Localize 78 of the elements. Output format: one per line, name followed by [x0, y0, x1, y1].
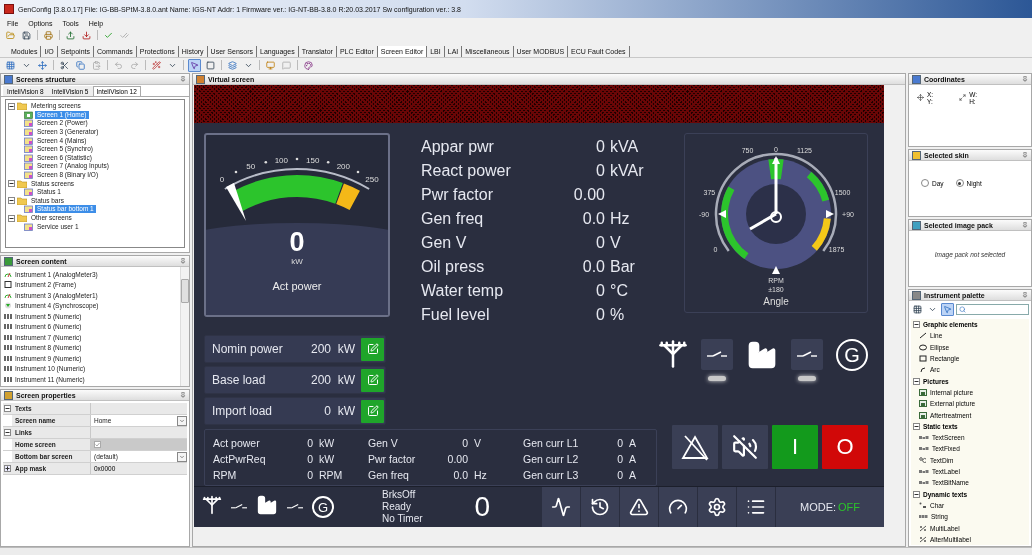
reading-label: Water temp	[421, 282, 505, 300]
setpoint-value: 200 kW	[310, 373, 355, 387]
table-value: 0	[616, 469, 623, 481]
setpoint-label: Nomin power	[212, 342, 284, 356]
synchroscope-label: Angle	[763, 297, 789, 307]
table-unit: A	[628, 469, 637, 481]
start-button[interactable]: I	[772, 425, 818, 469]
reading-value: 0	[595, 162, 605, 180]
status-text: BrksOff	[382, 489, 417, 501]
table-label: ActPwrReq	[213, 453, 267, 465]
reading-value: 0	[595, 138, 605, 156]
reading-value: 0.0	[581, 258, 605, 276]
gauge-tick-label: 250	[365, 175, 379, 185]
gauge-value: 0	[289, 227, 305, 257]
setpoint-value: 200 kW	[310, 342, 355, 356]
generator-symbol: G	[836, 339, 868, 371]
table-value: 0.00	[446, 453, 468, 465]
table-unit: A	[628, 453, 637, 465]
table-unit: Hz	[473, 469, 488, 481]
table-label: RPM	[213, 469, 238, 481]
setpoint-label: Base load	[212, 373, 267, 387]
reading-unit: %	[609, 306, 626, 324]
reading-label: Oil press	[421, 258, 486, 276]
table-unit: kW	[318, 437, 336, 449]
reading-label: Appar pwr	[421, 138, 495, 156]
reading-label: Gen V	[421, 234, 468, 252]
reading-value: 0	[595, 306, 605, 324]
table-label: Act power	[213, 437, 261, 449]
table-value: 0	[616, 453, 623, 465]
table-unit: kW	[318, 453, 336, 465]
table-label: Gen curr L2	[523, 453, 580, 465]
setpoint-label: Import load	[212, 404, 274, 418]
reading-unit: Bar	[609, 258, 636, 276]
table-unit: RPM	[318, 469, 344, 481]
table-unit: A	[628, 437, 637, 449]
table-value: 0	[461, 437, 468, 449]
table-label: Pwr factor	[368, 453, 417, 465]
generator-symbol: G	[312, 496, 334, 518]
gauge-tick-label: 100	[274, 155, 288, 165]
setpoint-value: 0 kW	[324, 404, 355, 418]
reading-value: 0	[595, 282, 605, 300]
status-text: Ready	[382, 501, 412, 513]
gauge-tick-label: 0	[219, 175, 225, 185]
reading-unit: Hz	[609, 210, 631, 228]
table-value: 0	[306, 469, 313, 481]
counter-value: 0	[474, 491, 491, 523]
gauge-tick-label: 50	[246, 162, 256, 172]
table-value: 0	[306, 453, 313, 465]
gauge-tick-label: 150	[306, 155, 320, 165]
reading-label: Fuel level	[421, 306, 491, 324]
setpoint-row[interactable]: Nomin power 200 kW	[204, 335, 386, 363]
table-label: Gen curr L1	[523, 437, 580, 449]
status-text: No Timer	[382, 513, 423, 525]
table-unit: V	[473, 437, 482, 449]
gauge-label: Act power	[272, 280, 322, 292]
stop-button[interactable]: O	[822, 425, 868, 469]
table-value: 0.0	[452, 469, 468, 481]
reading-unit: °C	[609, 282, 629, 300]
reading-unit: V	[609, 234, 622, 252]
mode-value: OFF	[838, 501, 861, 513]
reading-label: Pwr factor	[421, 186, 494, 204]
setpoint-row[interactable]: Base load 200 kW	[204, 366, 386, 394]
setpoint-row[interactable]: Import load 0 kW	[204, 397, 386, 425]
reading-unit: kVAr	[609, 162, 645, 180]
gauge-unit: kW	[291, 257, 303, 266]
reading-label: React power	[421, 162, 512, 180]
reading-value: 0.0	[581, 210, 605, 228]
reading-value: 0	[595, 234, 605, 252]
table-value: 0	[306, 437, 313, 449]
table-value: 0	[616, 437, 623, 449]
table-label: Gen freq	[368, 469, 410, 481]
gauge-tick-label: 200	[336, 162, 351, 172]
mode-label: MODE:	[799, 501, 837, 513]
reading-label: Gen freq	[421, 210, 485, 228]
reading-unit: kVA	[609, 138, 640, 156]
table-label: Gen V	[368, 437, 399, 449]
reading-value: 0.00	[572, 186, 605, 204]
table-label: Gen curr L3	[523, 469, 580, 481]
